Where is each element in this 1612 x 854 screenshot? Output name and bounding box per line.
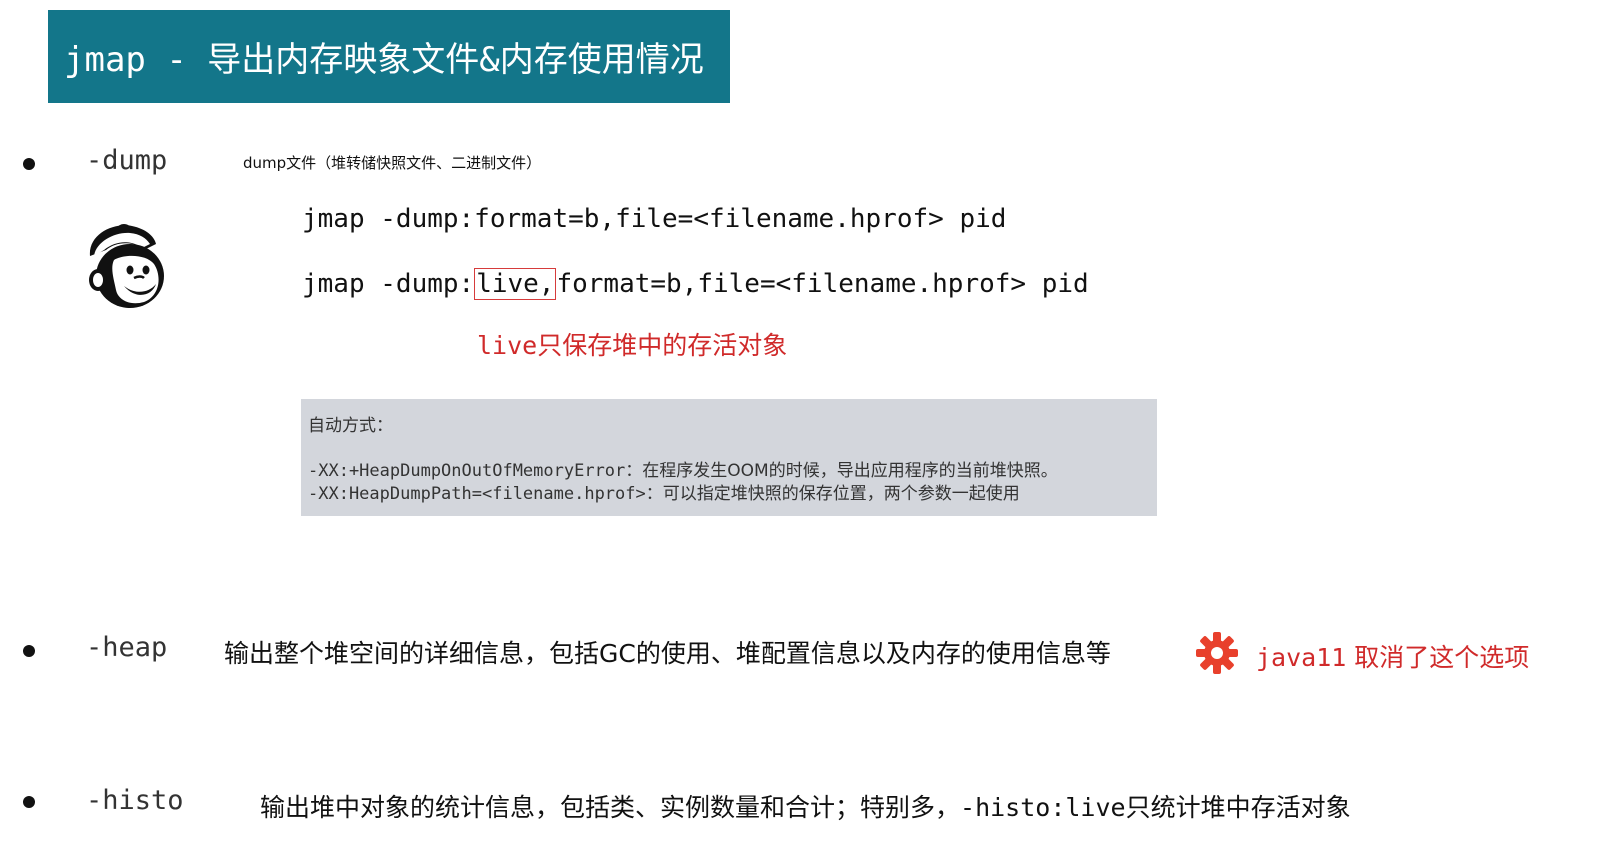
histo-description-b: 只统计堆中存活对象 xyxy=(1125,793,1351,822)
heap-description: 输出整个堆空间的详细信息，包括GC的使用、堆配置信息以及内存的使用信息等 xyxy=(224,639,1111,668)
dump-description: dump文件（堆转储快照文件、二进制文件） xyxy=(243,154,542,172)
java11-note-text: 取消了这个选项 xyxy=(1346,643,1530,672)
dump-command-suffix: format=b,file=<filename.hprof> pid xyxy=(556,269,1089,299)
red-gear-badge-icon xyxy=(1194,630,1240,676)
live-highlight: live, xyxy=(474,268,557,300)
dump-command-prefix: jmap -dump: xyxy=(302,269,475,299)
auto-mode-heading: 自动方式： xyxy=(308,416,393,436)
auto-mode-line-2: -XX:HeapDumpPath=<filename.hprof>：可以指定堆快… xyxy=(308,479,1020,504)
java11-keyword: java11 xyxy=(1256,643,1347,672)
live-note-text: 只保存堆中的存活对象 xyxy=(537,331,788,360)
histo-live-command: -histo:live xyxy=(960,793,1126,822)
dump-command-live: jmap -dump:live,format=b,file=<filename.… xyxy=(302,268,1089,300)
page-title: jmap - 导出内存映象文件&内存使用情况 xyxy=(64,40,704,80)
auto-mode-box: 自动方式： -XX:+HeapDumpOnOutOfMemoryError：在程… xyxy=(301,399,1157,516)
heap-dump-path-text: ：可以指定堆快照的保存位置，两个参数一起使用 xyxy=(645,484,1020,504)
heap-java11-note: java11 取消了这个选项 xyxy=(1256,638,1529,674)
bullet-dump xyxy=(23,158,35,170)
option-dump: -dump xyxy=(86,145,168,176)
dump-command-basic: jmap -dump:format=b,file=<filename.hprof… xyxy=(302,204,1007,234)
bullet-histo xyxy=(23,796,35,808)
live-note-keyword: live xyxy=(477,331,538,360)
option-heap: -heap xyxy=(86,632,168,663)
heap-dump-oom-text: ：在程序发生OOM的时候，导出应用程序的当前堆快照。 xyxy=(625,461,1058,481)
auto-mode-line-1: -XX:+HeapDumpOnOutOfMemoryError：在程序发生OOM… xyxy=(308,456,1058,481)
live-note: live只保存堆中的存活对象 xyxy=(477,326,787,362)
title-bar: jmap - 导出内存映象文件&内存使用情况 xyxy=(48,10,730,103)
bullet-heap xyxy=(23,645,35,657)
chimp-mascot-icon xyxy=(84,220,168,312)
heap-dump-oom-flag: -XX:+HeapDumpOnOutOfMemoryError xyxy=(308,461,626,481)
option-histo: -histo xyxy=(86,785,184,816)
histo-description: 输出堆中对象的统计信息，包括类、实例数量和合计；特别多，-histo:live只… xyxy=(260,788,1351,824)
histo-description-a: 输出堆中对象的统计信息，包括类、实例数量和合计；特别多， xyxy=(260,793,961,822)
heap-dump-path-flag: -XX:HeapDumpPath=<filename.hprof> xyxy=(308,484,646,504)
